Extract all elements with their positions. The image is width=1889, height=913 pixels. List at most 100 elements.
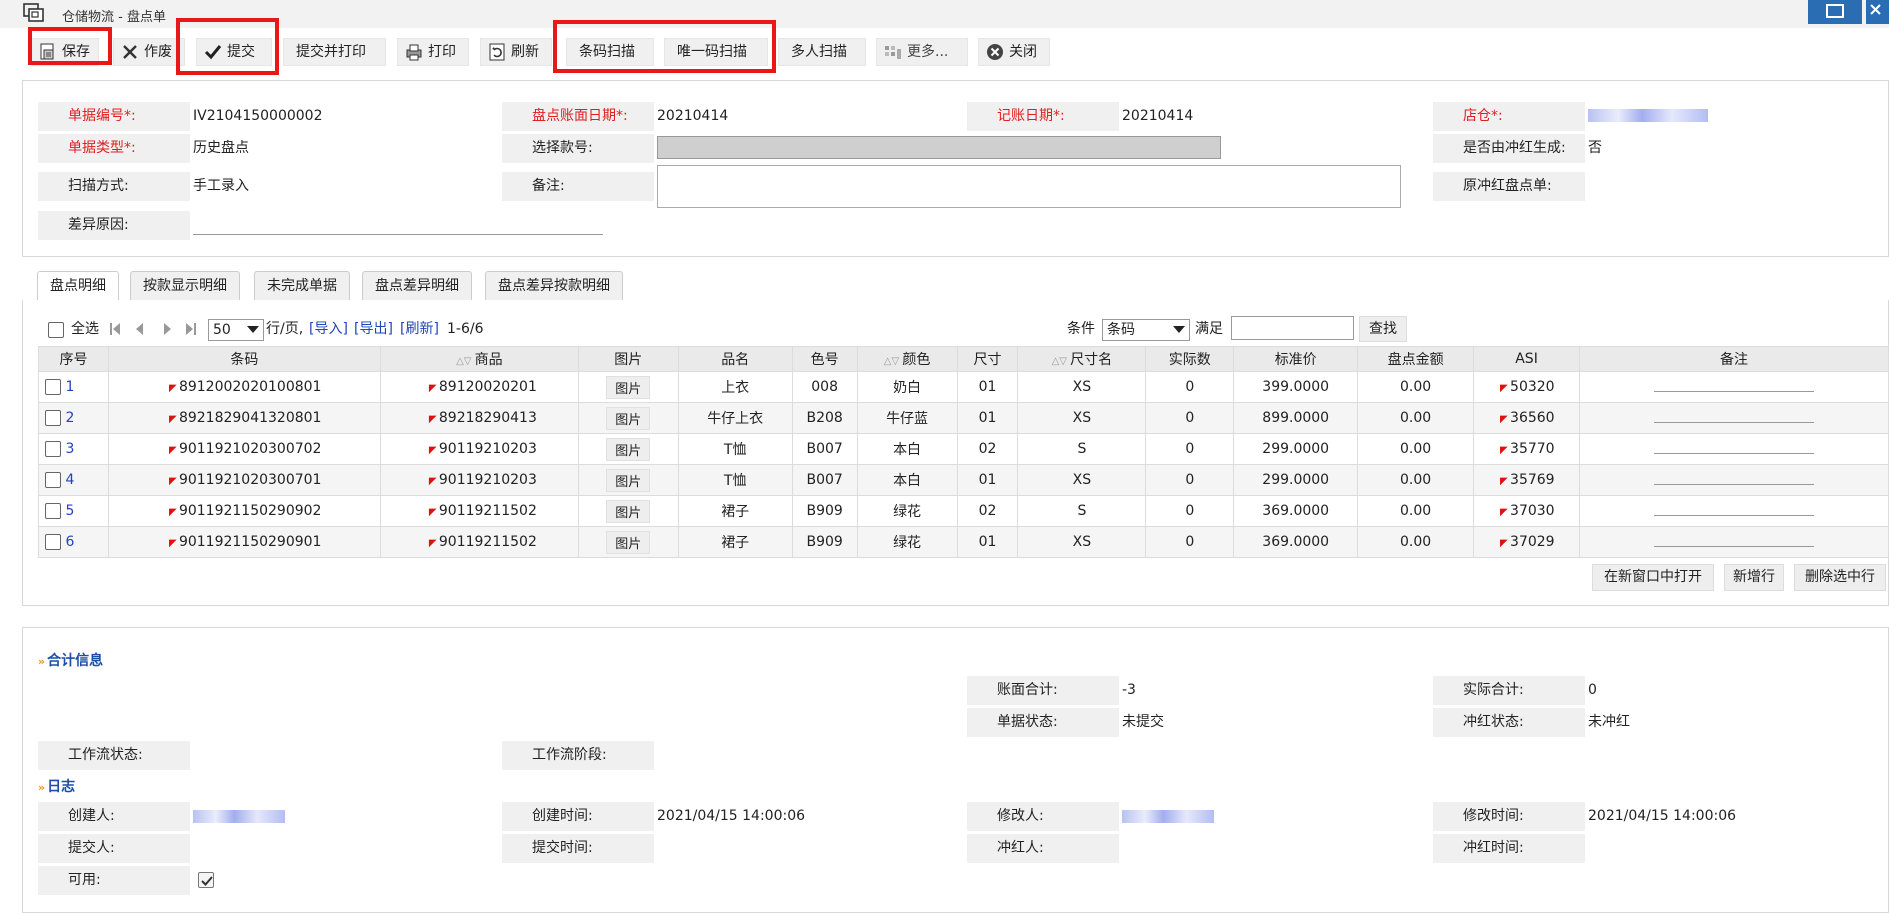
row-checkbox[interactable]	[45, 379, 61, 395]
cell-color-no: B208	[791, 402, 858, 434]
condition-value: 条码	[1107, 322, 1135, 338]
col-size-name[interactable]: △▽ 尺寸名	[1017, 346, 1147, 372]
cell-picture: 图片	[577, 402, 679, 434]
print-button[interactable]: 打印	[397, 38, 469, 66]
barcode-text: 9011921020300701	[178, 472, 322, 488]
close-window-button[interactable]	[1866, 0, 1889, 24]
window-titlebar: 仓储物流 - 盘点单	[0, 0, 1889, 28]
barcode-text: 9011921020300702	[178, 441, 322, 457]
submit-print-button[interactable]: 提交并打印	[283, 38, 386, 66]
cell-size: 02	[956, 433, 1019, 465]
page-size-select[interactable]: 50	[208, 319, 264, 341]
col-color-no[interactable]: 色号	[791, 346, 858, 372]
remark-input[interactable]	[1654, 409, 1814, 423]
picture-button[interactable]: 图片	[606, 499, 651, 523]
book-date-label: 盘点账面日期*:	[502, 102, 654, 131]
col-size[interactable]: 尺寸	[956, 346, 1019, 372]
import-link[interactable]: [导入]	[309, 318, 348, 340]
cell-no: 4	[38, 464, 109, 496]
col-qty[interactable]: 实际数	[1145, 346, 1235, 372]
row-checkbox[interactable]	[45, 472, 61, 488]
cell-remark	[1579, 371, 1889, 403]
remark-input[interactable]	[1654, 440, 1814, 454]
sort-icon: △▽	[883, 356, 903, 367]
picture-button[interactable]: 图片	[606, 375, 651, 399]
picture-button[interactable]: 图片	[606, 406, 651, 430]
tab-count-detail[interactable]: 盘点明细	[37, 271, 119, 302]
col-amount[interactable]: 盘点金额	[1357, 346, 1475, 372]
last-page-icon[interactable]	[186, 323, 196, 335]
maximize-button[interactable]	[1808, 0, 1862, 24]
tab-unfinished-docs[interactable]: 未完成单据	[254, 271, 350, 301]
refresh-button[interactable]: 刷新	[480, 38, 552, 66]
row-checkbox[interactable]	[45, 503, 61, 519]
modified-time-value: 2021/04/15 14:00:06	[1588, 808, 1737, 824]
void-button[interactable]: 作废	[113, 38, 185, 66]
picture-button[interactable]: 图片	[606, 468, 651, 492]
cell-amount: 0.00	[1357, 495, 1475, 527]
select-style-input[interactable]	[657, 136, 1221, 159]
close-button[interactable]: 关闭	[978, 38, 1050, 66]
open-new-window-button[interactable]: 在新窗口中打开	[1592, 564, 1714, 591]
next-page-icon[interactable]	[164, 323, 171, 335]
remark-input[interactable]	[1654, 471, 1814, 485]
table-row[interactable]: 4 ◤ 9011921020300701 ◤ 90119210203 图片 T恤 B007 本白…	[38, 464, 1889, 496]
close-circle-icon	[987, 44, 1003, 60]
edit-flag-icon: ◤	[1500, 507, 1508, 518]
col-asi[interactable]: ASI	[1473, 346, 1581, 372]
cell-picture: 图片	[577, 464, 679, 496]
edit-flag-icon: ◤	[428, 383, 437, 394]
table-row[interactable]: 5 ◤ 9011921150290902 ◤ 90119211502 图片 裙子 B909 绿花…	[38, 495, 1889, 527]
row-number-link[interactable]: 6	[65, 534, 74, 550]
tab-diff-detail[interactable]: 盘点差异明细	[362, 271, 472, 301]
row-checkbox[interactable]	[45, 441, 61, 457]
row-number-link[interactable]: 3	[65, 441, 74, 457]
cell-size: 01	[956, 402, 1019, 434]
table-row[interactable]: 2 ◤ 8921829041320801 ◤ 89218290413 图片 牛仔上衣 B208…	[38, 402, 1889, 434]
diff-reason-input[interactable]	[193, 221, 603, 235]
cell-asi: ◤ 37029	[1473, 526, 1581, 558]
search-button[interactable]: 查找	[1359, 316, 1407, 342]
picture-button[interactable]: 图片	[606, 437, 651, 461]
tab-by-style-detail[interactable]: 按款显示明细	[130, 271, 240, 301]
barcode-text: 9011921150290902	[178, 503, 322, 519]
delete-selected-rows-button[interactable]: 删除选中行	[1794, 564, 1886, 591]
first-page-icon[interactable]	[110, 323, 120, 335]
row-checkbox[interactable]	[45, 410, 61, 426]
multi-user-scan-button[interactable]: 多人扫描	[778, 38, 866, 66]
row-number-link[interactable]: 1	[65, 379, 74, 395]
cell-asi: ◤ 36560	[1473, 402, 1581, 434]
table-row[interactable]: 6 ◤ 9011921150290901 ◤ 90119211502 图片 裙子 B909 绿花…	[38, 526, 1889, 558]
row-number-link[interactable]: 2	[65, 410, 74, 426]
col-product[interactable]: △▽ 商品	[379, 346, 579, 372]
add-row-button[interactable]: 新增行	[1724, 564, 1784, 591]
remark-input[interactable]	[1654, 378, 1814, 392]
col-name[interactable]: 品名	[677, 346, 793, 372]
col-color[interactable]: △▽ 颜色	[856, 346, 958, 372]
row-checkbox[interactable]	[45, 534, 61, 550]
col-barcode[interactable]: 条码	[107, 346, 381, 372]
picture-button[interactable]: 图片	[606, 530, 651, 554]
condition-label: 条件	[1067, 321, 1095, 337]
refresh-link[interactable]: [刷新]	[400, 318, 439, 340]
col-no[interactable]: 序号	[38, 346, 109, 372]
table-row[interactable]: 1 ◤ 8912002020100801 ◤ 89120020201 图片 上衣 008 奶白 0…	[38, 371, 1889, 403]
enabled-checkbox[interactable]	[198, 872, 214, 888]
remark-input[interactable]	[1654, 533, 1814, 547]
row-number-link[interactable]: 4	[65, 472, 74, 488]
cell-product: ◤ 90119211502	[379, 526, 579, 558]
select-all-checkbox[interactable]	[48, 322, 64, 338]
search-input[interactable]	[1231, 316, 1354, 340]
table-row[interactable]: 3 ◤ 9011921020300702 ◤ 90119210203 图片 T恤 B007 本白…	[38, 433, 1889, 465]
tab-diff-by-style[interactable]: 盘点差异按款明细	[485, 271, 623, 301]
submitter-label: 提交人:	[38, 834, 190, 863]
prev-page-icon[interactable]	[136, 323, 143, 335]
export-link[interactable]: [导出]	[354, 318, 393, 340]
remark-input[interactable]	[1654, 502, 1814, 516]
col-price[interactable]: 标准价	[1233, 346, 1359, 372]
doc-no-value: IV2104150000002	[193, 108, 323, 124]
condition-select[interactable]: 条码	[1102, 319, 1190, 341]
remark-textarea[interactable]	[657, 165, 1401, 208]
more-button[interactable]: 更多...	[876, 38, 968, 66]
row-number-link[interactable]: 5	[65, 503, 74, 519]
